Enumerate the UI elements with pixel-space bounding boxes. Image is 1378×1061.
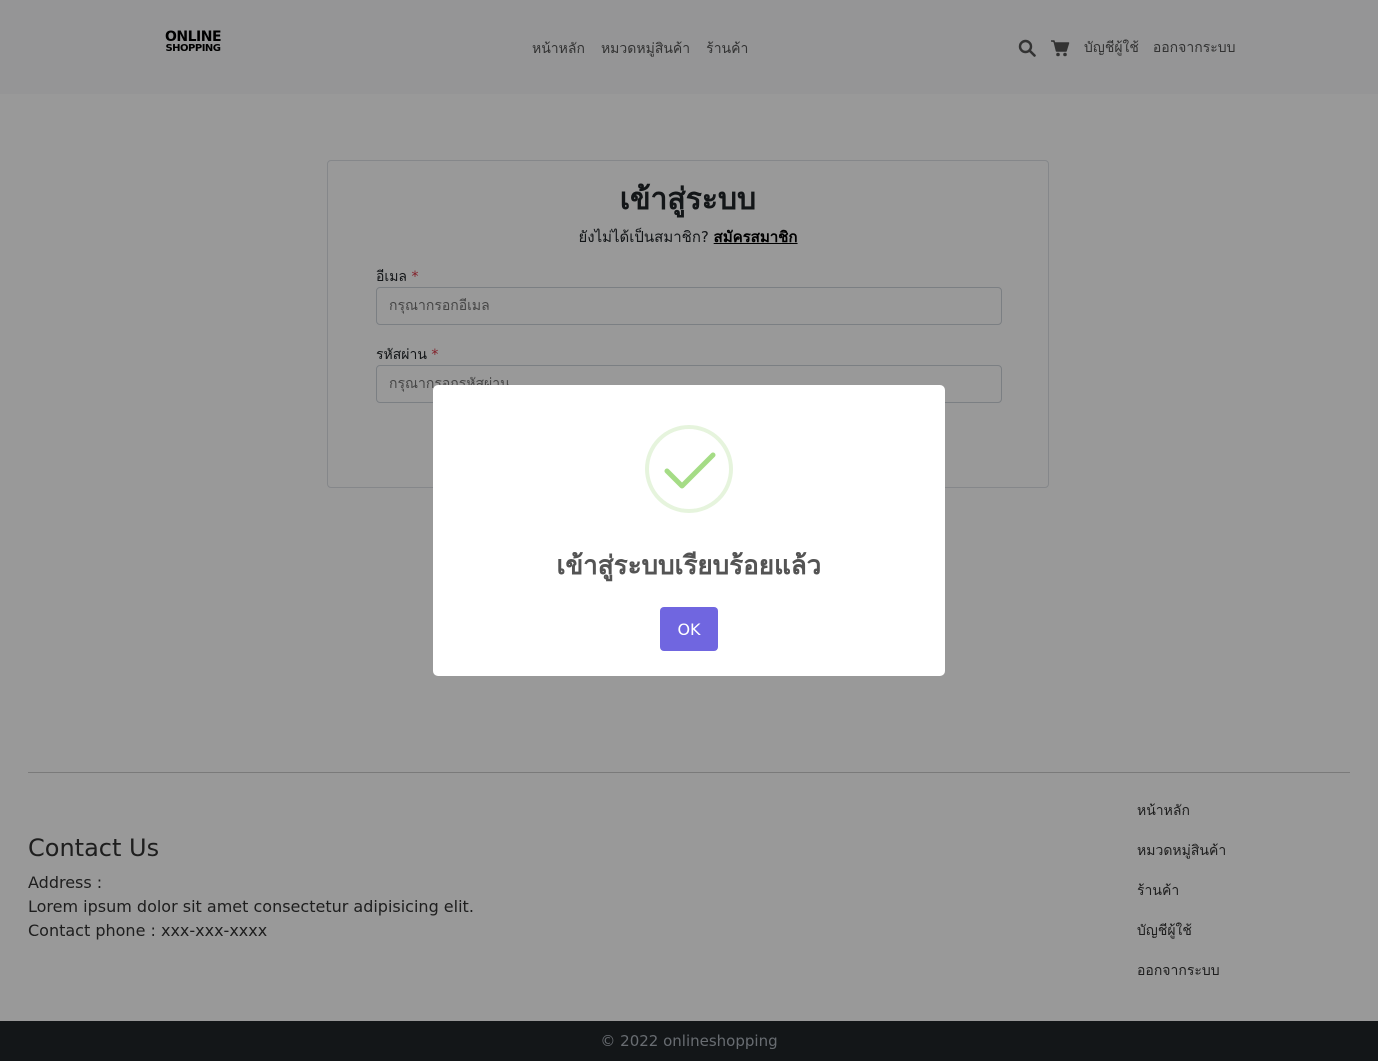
dialog-title: เข้าสู่ระบบเรียบร้อยแล้ว: [556, 551, 822, 581]
success-dialog: เข้าสู่ระบบเรียบร้อยแล้ว OK: [433, 385, 945, 676]
success-check-icon: [645, 425, 733, 513]
ok-button[interactable]: OK: [660, 607, 718, 651]
